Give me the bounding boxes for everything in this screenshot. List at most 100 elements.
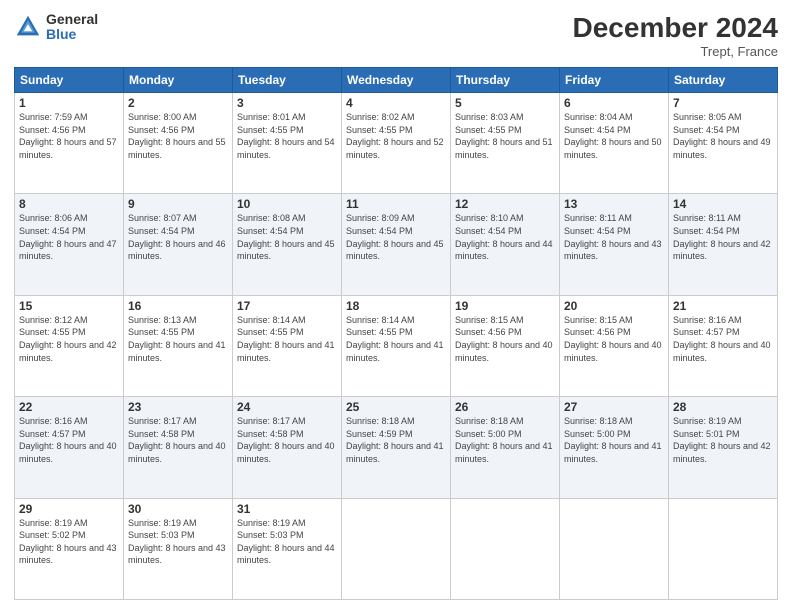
day-info: Sunrise: 8:17 AMSunset: 4:58 PMDaylight:… <box>128 415 228 465</box>
day-info: Sunrise: 8:10 AMSunset: 4:54 PMDaylight:… <box>455 212 555 262</box>
calendar-cell: 15Sunrise: 8:12 AMSunset: 4:55 PMDayligh… <box>15 295 124 396</box>
day-number: 20 <box>564 299 664 313</box>
logo-icon <box>14 13 42 41</box>
day-info: Sunrise: 8:16 AMSunset: 4:57 PMDaylight:… <box>19 415 119 465</box>
day-number: 15 <box>19 299 119 313</box>
logo-general-text: General <box>46 12 98 27</box>
calendar-cell <box>560 498 669 599</box>
day-number: 31 <box>237 502 337 516</box>
calendar-week-row: 15Sunrise: 8:12 AMSunset: 4:55 PMDayligh… <box>15 295 778 396</box>
day-number: 18 <box>346 299 446 313</box>
calendar-week-row: 1Sunrise: 7:59 AMSunset: 4:56 PMDaylight… <box>15 93 778 194</box>
day-number: 4 <box>346 96 446 110</box>
calendar-cell: 10Sunrise: 8:08 AMSunset: 4:54 PMDayligh… <box>233 194 342 295</box>
day-number: 29 <box>19 502 119 516</box>
day-number: 7 <box>673 96 773 110</box>
day-info: Sunrise: 8:19 AMSunset: 5:03 PMDaylight:… <box>128 517 228 567</box>
day-info: Sunrise: 8:19 AMSunset: 5:01 PMDaylight:… <box>673 415 773 465</box>
day-info: Sunrise: 8:15 AMSunset: 4:56 PMDaylight:… <box>455 314 555 364</box>
calendar-cell: 11Sunrise: 8:09 AMSunset: 4:54 PMDayligh… <box>342 194 451 295</box>
calendar-cell: 13Sunrise: 8:11 AMSunset: 4:54 PMDayligh… <box>560 194 669 295</box>
day-info: Sunrise: 8:14 AMSunset: 4:55 PMDaylight:… <box>237 314 337 364</box>
calendar-cell <box>342 498 451 599</box>
calendar-cell: 14Sunrise: 8:11 AMSunset: 4:54 PMDayligh… <box>669 194 778 295</box>
calendar-cell: 8Sunrise: 8:06 AMSunset: 4:54 PMDaylight… <box>15 194 124 295</box>
day-info: Sunrise: 8:01 AMSunset: 4:55 PMDaylight:… <box>237 111 337 161</box>
title-area: December 2024 Trept, France <box>573 12 778 59</box>
calendar-cell: 19Sunrise: 8:15 AMSunset: 4:56 PMDayligh… <box>451 295 560 396</box>
calendar-week-row: 29Sunrise: 8:19 AMSunset: 5:02 PMDayligh… <box>15 498 778 599</box>
calendar-cell: 22Sunrise: 8:16 AMSunset: 4:57 PMDayligh… <box>15 397 124 498</box>
day-number: 1 <box>19 96 119 110</box>
logo: General Blue <box>14 12 98 43</box>
day-number: 21 <box>673 299 773 313</box>
logo-text: General Blue <box>46 12 98 43</box>
calendar-cell: 23Sunrise: 8:17 AMSunset: 4:58 PMDayligh… <box>124 397 233 498</box>
day-info: Sunrise: 8:11 AMSunset: 4:54 PMDaylight:… <box>673 212 773 262</box>
day-info: Sunrise: 8:18 AMSunset: 5:00 PMDaylight:… <box>455 415 555 465</box>
calendar-cell: 29Sunrise: 8:19 AMSunset: 5:02 PMDayligh… <box>15 498 124 599</box>
day-number: 3 <box>237 96 337 110</box>
day-number: 11 <box>346 197 446 211</box>
day-number: 24 <box>237 400 337 414</box>
day-number: 26 <box>455 400 555 414</box>
calendar-table: Sunday Monday Tuesday Wednesday Thursday… <box>14 67 778 600</box>
calendar-cell: 30Sunrise: 8:19 AMSunset: 5:03 PMDayligh… <box>124 498 233 599</box>
day-number: 13 <box>564 197 664 211</box>
col-tuesday: Tuesday <box>233 68 342 93</box>
calendar-cell: 17Sunrise: 8:14 AMSunset: 4:55 PMDayligh… <box>233 295 342 396</box>
day-number: 9 <box>128 197 228 211</box>
day-number: 10 <box>237 197 337 211</box>
col-friday: Friday <box>560 68 669 93</box>
day-number: 22 <box>19 400 119 414</box>
day-number: 23 <box>128 400 228 414</box>
day-number: 8 <box>19 197 119 211</box>
day-info: Sunrise: 8:05 AMSunset: 4:54 PMDaylight:… <box>673 111 773 161</box>
day-info: Sunrise: 8:19 AMSunset: 5:03 PMDaylight:… <box>237 517 337 567</box>
calendar-cell: 28Sunrise: 8:19 AMSunset: 5:01 PMDayligh… <box>669 397 778 498</box>
day-info: Sunrise: 7:59 AMSunset: 4:56 PMDaylight:… <box>19 111 119 161</box>
calendar-cell: 27Sunrise: 8:18 AMSunset: 5:00 PMDayligh… <box>560 397 669 498</box>
header: General Blue December 2024 Trept, France <box>14 12 778 59</box>
calendar-page: General Blue December 2024 Trept, France… <box>0 0 792 612</box>
day-info: Sunrise: 8:14 AMSunset: 4:55 PMDaylight:… <box>346 314 446 364</box>
day-info: Sunrise: 8:06 AMSunset: 4:54 PMDaylight:… <box>19 212 119 262</box>
day-info: Sunrise: 8:04 AMSunset: 4:54 PMDaylight:… <box>564 111 664 161</box>
day-number: 12 <box>455 197 555 211</box>
calendar-cell: 5Sunrise: 8:03 AMSunset: 4:55 PMDaylight… <box>451 93 560 194</box>
calendar-cell: 26Sunrise: 8:18 AMSunset: 5:00 PMDayligh… <box>451 397 560 498</box>
calendar-cell: 25Sunrise: 8:18 AMSunset: 4:59 PMDayligh… <box>342 397 451 498</box>
calendar-cell: 1Sunrise: 7:59 AMSunset: 4:56 PMDaylight… <box>15 93 124 194</box>
calendar-cell: 12Sunrise: 8:10 AMSunset: 4:54 PMDayligh… <box>451 194 560 295</box>
day-info: Sunrise: 8:17 AMSunset: 4:58 PMDaylight:… <box>237 415 337 465</box>
calendar-cell <box>669 498 778 599</box>
day-info: Sunrise: 8:11 AMSunset: 4:54 PMDaylight:… <box>564 212 664 262</box>
calendar-week-row: 22Sunrise: 8:16 AMSunset: 4:57 PMDayligh… <box>15 397 778 498</box>
calendar-cell <box>451 498 560 599</box>
col-saturday: Saturday <box>669 68 778 93</box>
day-info: Sunrise: 8:19 AMSunset: 5:02 PMDaylight:… <box>19 517 119 567</box>
col-thursday: Thursday <box>451 68 560 93</box>
day-number: 25 <box>346 400 446 414</box>
calendar-cell: 9Sunrise: 8:07 AMSunset: 4:54 PMDaylight… <box>124 194 233 295</box>
day-info: Sunrise: 8:18 AMSunset: 5:00 PMDaylight:… <box>564 415 664 465</box>
calendar-cell: 20Sunrise: 8:15 AMSunset: 4:56 PMDayligh… <box>560 295 669 396</box>
day-number: 19 <box>455 299 555 313</box>
day-number: 30 <box>128 502 228 516</box>
day-info: Sunrise: 8:00 AMSunset: 4:56 PMDaylight:… <box>128 111 228 161</box>
day-info: Sunrise: 8:18 AMSunset: 4:59 PMDaylight:… <box>346 415 446 465</box>
day-number: 2 <box>128 96 228 110</box>
day-info: Sunrise: 8:13 AMSunset: 4:55 PMDaylight:… <box>128 314 228 364</box>
day-number: 14 <box>673 197 773 211</box>
day-info: Sunrise: 8:12 AMSunset: 4:55 PMDaylight:… <box>19 314 119 364</box>
calendar-cell: 24Sunrise: 8:17 AMSunset: 4:58 PMDayligh… <box>233 397 342 498</box>
day-info: Sunrise: 8:02 AMSunset: 4:55 PMDaylight:… <box>346 111 446 161</box>
col-wednesday: Wednesday <box>342 68 451 93</box>
day-info: Sunrise: 8:03 AMSunset: 4:55 PMDaylight:… <box>455 111 555 161</box>
day-info: Sunrise: 8:09 AMSunset: 4:54 PMDaylight:… <box>346 212 446 262</box>
col-monday: Monday <box>124 68 233 93</box>
day-info: Sunrise: 8:16 AMSunset: 4:57 PMDaylight:… <box>673 314 773 364</box>
day-number: 5 <box>455 96 555 110</box>
day-info: Sunrise: 8:15 AMSunset: 4:56 PMDaylight:… <box>564 314 664 364</box>
calendar-cell: 3Sunrise: 8:01 AMSunset: 4:55 PMDaylight… <box>233 93 342 194</box>
